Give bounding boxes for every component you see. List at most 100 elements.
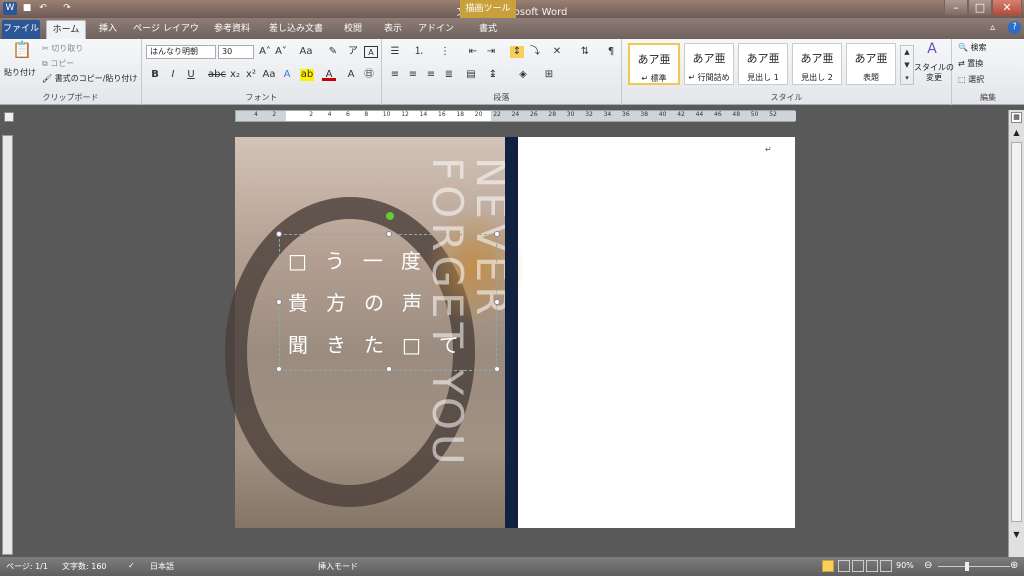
multilevel-list-icon[interactable]: ⋮ (438, 46, 452, 58)
shading-icon[interactable]: ◈ (516, 69, 530, 81)
format-painter-button[interactable]: 🖌 書式のコピー/貼り付け (42, 73, 137, 84)
resize-handle[interactable] (276, 366, 282, 372)
font-name-combo[interactable]: はんなり明朝 (146, 45, 216, 59)
character-shading-icon[interactable]: A (344, 69, 358, 81)
outline-icon[interactable] (866, 560, 878, 572)
web-layout-icon[interactable] (852, 560, 864, 572)
paste-button[interactable]: 貼り付け (4, 67, 36, 78)
tab-home[interactable]: ホーム (46, 20, 86, 39)
help-icon[interactable]: ? (1008, 21, 1021, 34)
ribbon-collapse-icon[interactable]: ▵ (990, 22, 995, 33)
resize-handle[interactable] (494, 366, 500, 372)
underline-icon[interactable]: U (184, 69, 198, 81)
resize-handle[interactable] (276, 299, 282, 305)
numbering-icon[interactable]: ⒈ (412, 46, 426, 58)
zoom-in-icon[interactable]: ⊕ (1010, 560, 1018, 571)
character-border-icon[interactable]: A (364, 46, 378, 58)
resize-handle[interactable] (386, 231, 392, 237)
resize-handle[interactable] (494, 231, 500, 237)
enclose-character-icon[interactable]: Aa (262, 69, 276, 81)
styles-scroll-icon[interactable]: ▲ ▼ ▾ (900, 45, 914, 85)
tab-insert[interactable]: 挿入 (92, 20, 124, 39)
change-styles-button[interactable]: スタイルの 変更 (914, 63, 954, 83)
distributed-icon[interactable]: ▤ (464, 69, 478, 81)
tab-mailings[interactable]: 差し込み文書 (262, 20, 330, 39)
show-marks-icon[interactable]: ¶ (604, 46, 618, 58)
rotate-handle[interactable] (386, 212, 394, 220)
align-right-icon[interactable]: ≡ (424, 69, 438, 81)
paste-icon[interactable]: 📋 (12, 42, 32, 64)
enclosed-characters-icon[interactable]: ㊐ (362, 69, 376, 81)
zoom-slider[interactable] (938, 566, 1010, 567)
scroll-down-icon[interactable]: ▼ (1011, 530, 1022, 541)
text-box[interactable]: □う一度 貴方の声 聞きた□て (276, 212, 500, 372)
sort-icon[interactable]: ✕ (550, 46, 564, 58)
scroll-thumb[interactable] (1011, 142, 1022, 522)
change-styles-icon[interactable]: A (920, 42, 944, 59)
zoom-slider-thumb[interactable] (965, 562, 969, 571)
page-count[interactable]: ページ: 1/1 (6, 561, 48, 572)
style-heading-1[interactable]: あア亜 見出し 1 (738, 43, 788, 85)
scroll-up-icon[interactable]: ▲ (1011, 128, 1022, 139)
sort-az-icon[interactable]: ⇅ (578, 46, 592, 58)
line-spacing-icon[interactable]: ↨ (486, 69, 500, 81)
word-count[interactable]: 文字数: 160 (62, 561, 107, 572)
borders-icon[interactable]: ⊞ (542, 69, 556, 81)
background-photo[interactable]: NEVER FORGET YOU □う一度 貴方の声 聞きた□て (225, 137, 525, 528)
clear-format-icon[interactable]: ✎ (326, 46, 340, 58)
vertical-scrollbar[interactable]: ▦ ▲ ▼ (1008, 110, 1024, 557)
full-screen-reading-icon[interactable] (838, 560, 850, 572)
tab-file[interactable]: ファイル (2, 20, 40, 39)
resize-handle[interactable] (386, 366, 392, 372)
close-button[interactable]: ✕ (992, 0, 1022, 16)
tab-selector-icon[interactable] (4, 112, 14, 122)
tab-page-layout[interactable]: ページ レイアウト (130, 20, 202, 53)
strikethrough-icon[interactable]: abc (208, 69, 226, 81)
subscript-icon[interactable]: x₂ (228, 69, 242, 81)
align-center-icon[interactable]: ≡ (406, 69, 420, 81)
tab-view[interactable]: 表示 (376, 20, 410, 39)
vertical-ruler[interactable] (2, 135, 13, 555)
zoom-level[interactable]: 90% (896, 561, 914, 570)
horizontal-ruler[interactable]: 4 2 2 4 6 8 10 12 14 16 18 20 22 24 26 28 30 32 34 36 38 40 42… (235, 110, 796, 122)
font-color-icon[interactable]: A (322, 69, 336, 81)
shrink-font-icon[interactable]: A˅ (274, 46, 288, 58)
text-direction-icon[interactable]: ↕ (510, 46, 524, 58)
align-left-icon[interactable]: ≡ (388, 69, 402, 81)
draft-icon[interactable] (880, 560, 892, 572)
resize-handle[interactable] (276, 231, 282, 237)
highlight-icon[interactable]: ab (300, 69, 314, 81)
phonetic-guide-icon[interactable]: ア (346, 46, 360, 58)
find-button[interactable]: 🔍 検索 (958, 42, 987, 53)
style-title[interactable]: あア亜 表題 (846, 43, 896, 85)
superscript-icon[interactable]: x² (244, 69, 258, 81)
bullets-icon[interactable]: ☰ (388, 46, 402, 58)
increase-indent-icon[interactable]: ⇥ (484, 46, 498, 58)
text-effects-icon[interactable]: A (280, 69, 294, 81)
bold-icon[interactable]: B (148, 69, 162, 81)
asian-layout-icon[interactable]: ⤵ (528, 46, 542, 58)
proofing-icon[interactable]: ✓ (128, 561, 135, 570)
minimize-button[interactable]: – (944, 0, 968, 16)
italic-icon[interactable]: I (166, 69, 180, 81)
insert-mode[interactable]: 挿入モード (318, 561, 358, 572)
justify-icon[interactable]: ≣ (442, 69, 456, 81)
replace-button[interactable]: ⇄ 置換 (958, 58, 983, 69)
resize-handle[interactable] (494, 299, 500, 305)
tab-review[interactable]: 校閲 (336, 20, 370, 39)
grow-font-icon[interactable]: A˄ (258, 46, 272, 58)
tab-addins[interactable]: アドイン (416, 20, 456, 39)
copy-button[interactable]: ⧉ コピー (42, 58, 74, 69)
ruler-toggle-icon[interactable]: ▦ (1011, 112, 1022, 123)
tab-format[interactable]: 書式 (466, 20, 510, 39)
print-layout-icon[interactable] (822, 560, 834, 572)
style-normal[interactable]: あア亜 ↵ 標準 (628, 43, 680, 85)
select-button[interactable]: ⬚ 選択 (958, 74, 984, 85)
language[interactable]: 日本語 (150, 561, 174, 572)
style-no-spacing[interactable]: あア亜 ↵ 行間詰め (684, 43, 734, 85)
style-heading-2[interactable]: あア亜 見出し 2 (792, 43, 842, 85)
zoom-out-icon[interactable]: ⊖ (924, 560, 932, 571)
decrease-indent-icon[interactable]: ⇤ (466, 46, 480, 58)
cut-button[interactable]: ✂ 切り取り (42, 43, 83, 54)
tab-references[interactable]: 参考資料 (208, 20, 256, 39)
